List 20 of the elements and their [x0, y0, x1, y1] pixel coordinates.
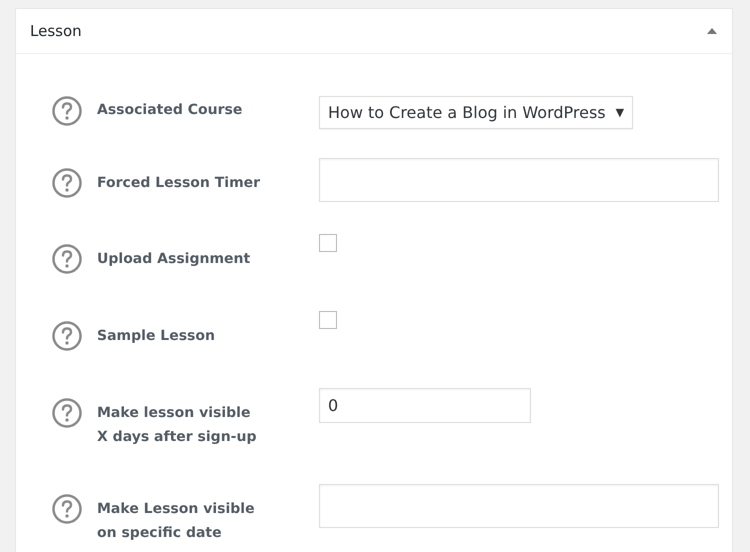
help-icon[interactable] — [52, 168, 82, 198]
help-icon[interactable] — [52, 96, 82, 126]
field-label: Make Lesson visible on specific date — [97, 500, 255, 543]
checkbox[interactable] — [319, 234, 337, 252]
help-icon[interactable] — [52, 494, 82, 524]
help-icon[interactable] — [52, 321, 82, 351]
checkbox[interactable] — [319, 311, 337, 329]
field-label: Forced Lesson Timer — [97, 174, 260, 193]
collapse-toggle-icon[interactable] — [707, 28, 717, 34]
field-label: Associated Course — [97, 101, 242, 120]
field-label: Upload Assignment — [97, 250, 250, 269]
help-icon[interactable] — [52, 244, 82, 274]
text-input[interactable] — [319, 484, 719, 528]
text-input[interactable] — [319, 158, 719, 202]
field-label: Make lesson visible X days after sign-up — [97, 404, 256, 447]
text-input[interactable]: 0 — [319, 388, 531, 423]
help-icon[interactable] — [52, 398, 82, 428]
panel-title: Lesson — [30, 22, 82, 40]
course-select[interactable]: How to Create a Blog in WordPress ▼ — [319, 96, 634, 129]
field-label: Sample Lesson — [97, 327, 215, 346]
